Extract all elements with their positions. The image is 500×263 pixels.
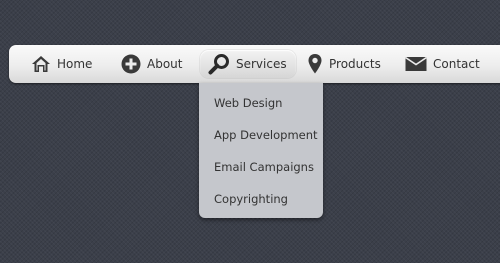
nav-item-label: Services: [236, 57, 287, 71]
map-pin-icon: [307, 53, 323, 75]
nav-item-label: Products: [329, 57, 381, 71]
dropdown-item-app-development[interactable]: App Development: [199, 119, 323, 151]
nav-item-label: Contact: [433, 57, 480, 71]
services-dropdown-menu: Web Design App Development Email Campaig…: [199, 83, 323, 218]
nav-item-products[interactable]: Products: [307, 50, 381, 78]
nav-item-label: About: [147, 57, 183, 71]
dropdown-item-web-design[interactable]: Web Design: [199, 87, 323, 119]
home-icon: [31, 54, 51, 74]
nav-item-services[interactable]: Services: [200, 50, 296, 78]
nav-item-about[interactable]: About: [121, 50, 182, 78]
envelope-icon: [405, 56, 427, 72]
dropdown-item-copyrighting[interactable]: Copyrighting: [199, 183, 323, 215]
dropdown-item-email-campaigns[interactable]: Email Campaigns: [199, 151, 323, 183]
magnifier-icon: [208, 53, 230, 75]
nav-item-home[interactable]: Home: [31, 50, 92, 78]
main-nav-bar: Home About Services Products Contact: [9, 45, 500, 83]
plus-circle-icon: [121, 54, 141, 74]
nav-item-contact[interactable]: Contact: [405, 50, 480, 78]
nav-item-label: Home: [57, 57, 93, 71]
